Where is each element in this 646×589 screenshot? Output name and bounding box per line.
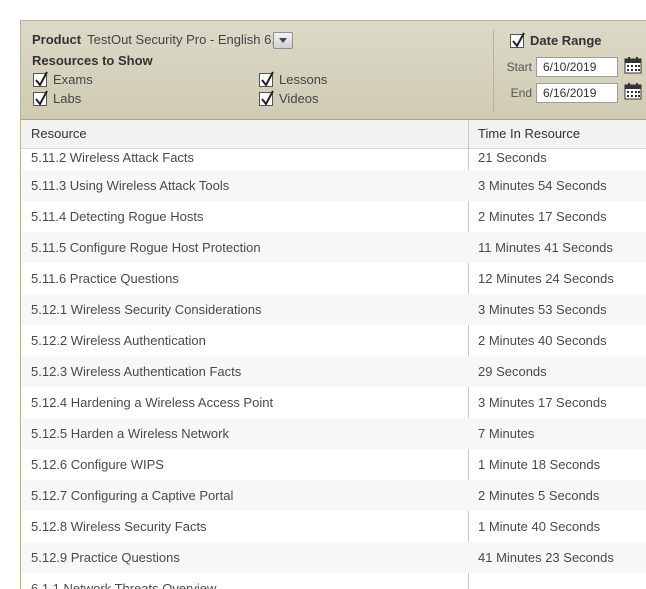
table-row[interactable]: 5.11.6 Practice Questions 12 Minutes 24 S… [21,263,646,294]
videos-checkbox[interactable]: Videos [259,90,319,106]
resource-cell: 5.12.7 Configuring a Captive Portal [31,488,234,503]
time-cell: 29 Seconds [478,364,547,379]
time-cell: 2 Minutes 17 Seconds [478,209,607,224]
chevron-down-icon [279,38,287,43]
check-icon [33,90,48,106]
calendar-icon[interactable] [624,82,642,103]
table-row[interactable]: 5.11.4 Detecting Rogue Hosts 2 Minutes 17… [21,201,646,232]
resource-column-header[interactable]: Resource [31,120,87,148]
resource-cell: 5.12.5 Harden a Wireless Network [31,426,229,441]
check-icon [510,32,525,48]
end-date-input[interactable] [536,82,618,103]
resource-cell: 6.1.1 Network Threats Overview [31,581,217,589]
date-range-label: Date Range [530,33,602,48]
resource-cell: 5.11.4 Detecting Rogue Hosts [31,209,204,224]
table-row[interactable]: 5.12.3 Wireless Authentication Facts 29 S… [21,356,646,387]
time-cell: 12 Minutes 24 Seconds [478,271,614,286]
time-column-header[interactable]: Time In Resource [478,120,580,148]
lessons-checkbox[interactable]: Lessons [259,71,328,87]
table-row[interactable]: 5.12.5 Harden a Wireless Network 7 Minute… [21,418,646,449]
end-date-row: End [506,82,642,103]
table-row[interactable]: 5.11.3 Using Wireless Attack Tools 3 Minu… [21,170,646,201]
time-cell: 2 Minutes 5 Seconds [478,488,600,503]
product-selector: Product TestOut Security Pro - English 6.… [32,32,293,47]
exams-label: Exams [53,72,93,87]
time-cell: 1 Minute 18 Seconds [478,457,601,472]
product-value: TestOut Security Pro - English 6.0.4 [87,32,294,47]
start-date-input[interactable] [536,56,618,77]
resource-cell: 5.12.4 Hardening a Wireless Access Point [31,395,274,410]
time-cell: 2 Minutes 40 Seconds [478,333,607,348]
check-icon [259,71,274,87]
calendar-icon[interactable] [624,56,642,77]
table-row[interactable]: 5.12.1 Wireless Security Considerations 3… [21,294,646,325]
resource-cell: 5.11.2 Wireless Attack Facts [31,150,195,165]
resource-cell: 5.11.6 Practice Questions [31,271,179,286]
resources-to-show-title: Resources to Show [32,53,153,68]
time-cell: 3 Minutes 54 Seconds [478,178,607,193]
usage-report-panel: Product TestOut Security Pro - English 6.… [20,20,646,589]
report-frame: Product TestOut Security Pro - English 6.… [0,0,646,589]
table-row[interactable]: 5.12.9 Practice Questions 41 Minutes 23 S… [21,542,646,573]
time-cell: 21 Seconds [478,150,547,165]
product-dropdown-button[interactable] [273,32,293,49]
time-cell: 41 Minutes 23 Seconds [478,550,614,565]
date-range-checkbox[interactable]: Date Range [510,32,602,48]
check-icon [259,90,274,106]
resource-cell: 5.11.5 Configure Rogue Host Protection [31,240,261,255]
labs-checkbox[interactable]: Labs [33,90,82,106]
check-icon [33,71,48,87]
table-row[interactable]: 5.12.2 Wireless Authentication 2 Minutes … [21,325,646,356]
time-cell: 1 Minute 40 Seconds [478,519,601,534]
table-row[interactable]: 5.12.8 Wireless Security Facts 1 Minute 4… [21,511,646,542]
table-row[interactable]: 5.12.6 Configure WIPS 1 Minute 18 Seconds [21,449,646,480]
resource-cell: 5.12.8 Wireless Security Facts [31,519,207,534]
filter-bar: Product TestOut Security Pro - English 6.… [21,21,646,120]
table-row[interactable]: 5.12.7 Configuring a Captive Portal 2 Min… [21,480,646,511]
filter-divider [493,30,494,112]
time-cell: 11 Minutes 41 Seconds [478,240,613,255]
table-row[interactable]: 5.12.4 Hardening a Wireless Access Point… [21,387,646,418]
start-date-row: Start [506,56,642,77]
resource-table-body[interactable]: 5.11.2 Wireless Attack Facts 21 Seconds 5.… [21,148,646,589]
exams-checkbox[interactable]: Exams [33,71,93,87]
start-label: Start [506,59,532,74]
resource-cell: 5.12.3 Wireless Authentication Facts [31,364,242,379]
time-cell: 3 Minutes 17 Seconds [478,395,607,410]
videos-label: Videos [279,91,319,106]
time-cell: 3 Minutes 53 Seconds [478,302,607,317]
resource-cell: 5.12.1 Wireless Security Considerations [31,302,262,317]
table-row[interactable]: 5.11.2 Wireless Attack Facts 21 Seconds [21,148,646,170]
table-row[interactable]: 6.1.1 Network Threats Overview [21,573,646,589]
table-header: Resource Time In Resource [21,120,646,149]
resource-cell: 5.11.3 Using Wireless Attack Tools [31,178,230,193]
labs-label: Labs [53,91,82,106]
resource-cell: 5.12.6 Configure WIPS [31,457,164,472]
time-cell: 7 Minutes [478,426,535,441]
resource-cell: 5.12.9 Practice Questions [31,550,180,565]
resource-cell: 5.12.2 Wireless Authentication [31,333,206,348]
end-label: End [510,85,532,100]
table-row[interactable]: 5.11.5 Configure Rogue Host Protection 11… [21,232,646,263]
lessons-label: Lessons [279,72,328,87]
product-label: Product [32,32,82,47]
